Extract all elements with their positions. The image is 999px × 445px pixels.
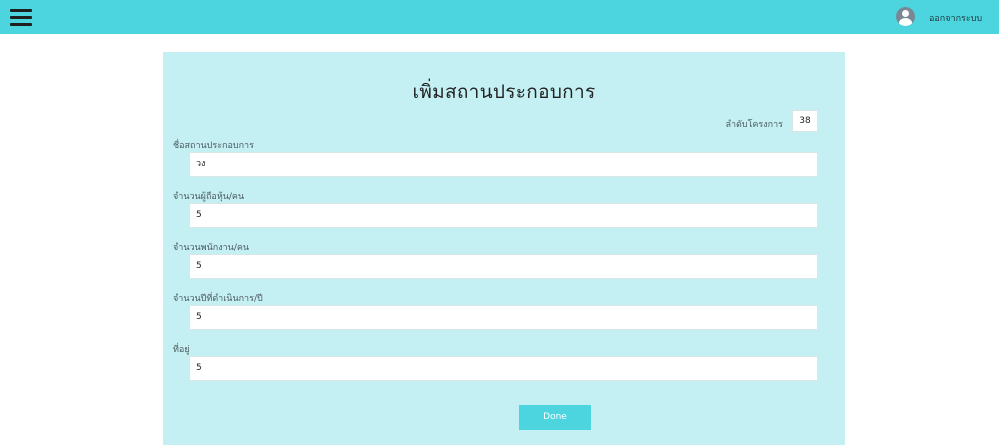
address-label: ที่อยู่ xyxy=(173,345,190,355)
shareholders-label: จำนวนผู้ถือหุ้น/คน xyxy=(173,192,245,202)
years-operating-input[interactable]: 5 xyxy=(189,305,818,330)
done-button[interactable]: Done xyxy=(519,405,591,430)
shareholders-input[interactable]: 5 xyxy=(189,203,818,228)
project-number-field[interactable]: 38 xyxy=(792,110,818,132)
project-number-label: ลำดับโครงการ xyxy=(725,120,783,130)
business-name-label: ชื่อสถานประกอบการ xyxy=(173,141,254,151)
hamburger-menu-icon[interactable] xyxy=(10,9,32,26)
business-name-input[interactable]: วง xyxy=(189,152,818,177)
years-operating-label: จำนวนปีที่ดำเนินการ/ปี xyxy=(173,294,263,304)
user-avatar-icon[interactable] xyxy=(896,7,915,26)
address-input[interactable]: 5 xyxy=(189,356,818,381)
employees-input[interactable]: 5 xyxy=(189,254,818,279)
add-business-form: เพิ่มสถานประกอบการ ลำดับโครงการ 38 ชื่อส… xyxy=(163,52,845,445)
logout-link[interactable]: ออกจากระบบ xyxy=(929,11,982,25)
employees-label: จำนวนพนักงาน/คน xyxy=(173,243,250,253)
page-title: เพิ่มสถานประกอบการ xyxy=(412,81,596,103)
top-navbar: ออกจากระบบ xyxy=(0,0,999,34)
